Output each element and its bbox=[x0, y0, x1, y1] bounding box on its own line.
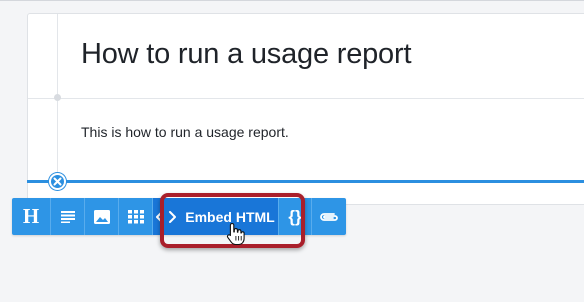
image-icon bbox=[93, 209, 110, 224]
hand-pointer-icon bbox=[226, 222, 245, 246]
insert-line bbox=[27, 180, 584, 183]
paperclip-icon bbox=[320, 212, 338, 221]
block-divider bbox=[28, 98, 584, 99]
grid-icon bbox=[127, 209, 144, 223]
attachment-button[interactable] bbox=[312, 198, 346, 235]
close-insert-button[interactable] bbox=[49, 173, 66, 190]
page-title[interactable]: How to run a usage report bbox=[81, 38, 412, 71]
paragraph-icon bbox=[60, 210, 75, 223]
table-button[interactable] bbox=[119, 198, 153, 235]
heading-button[interactable]: H bbox=[12, 198, 51, 235]
block-handle-dot[interactable] bbox=[54, 94, 61, 101]
close-icon bbox=[53, 177, 62, 186]
heading-icon: H bbox=[22, 204, 40, 228]
image-button[interactable] bbox=[85, 198, 119, 235]
paragraph-button[interactable] bbox=[51, 198, 85, 235]
paragraph-text[interactable]: This is how to run a usage report. bbox=[81, 124, 289, 140]
